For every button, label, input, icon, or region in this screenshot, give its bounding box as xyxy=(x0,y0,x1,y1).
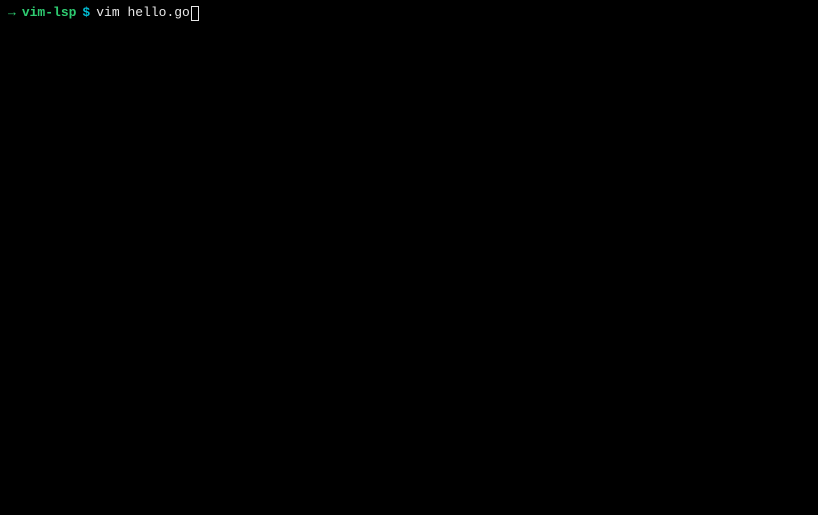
terminal-window[interactable]: → vim-lsp $ vim hello.go xyxy=(0,0,818,515)
prompt-line: → vim-lsp $ vim hello.go xyxy=(8,4,810,22)
prompt-directory: vim-lsp xyxy=(22,4,77,22)
prompt-arrow-icon: → xyxy=(8,4,16,22)
command-input[interactable]: vim hello.go xyxy=(96,4,190,22)
cursor-icon xyxy=(191,6,199,21)
prompt-symbol: $ xyxy=(82,4,90,22)
